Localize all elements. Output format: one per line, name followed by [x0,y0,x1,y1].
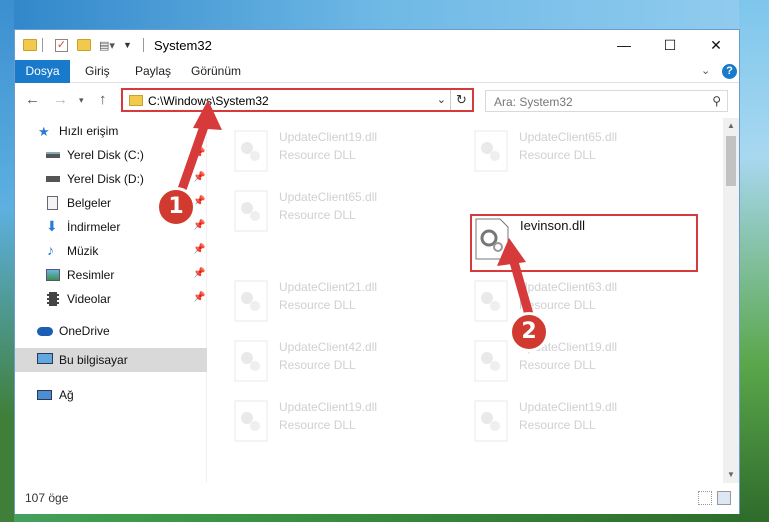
arrow-step-2 [507,250,535,323]
step-2-badge: 2 [509,312,549,352]
annotation-arrows [175,100,535,323]
step-1-badge: 1 [156,187,196,227]
arrow-head-step-1 [193,100,222,130]
arrow-head-step-2 [497,238,526,266]
